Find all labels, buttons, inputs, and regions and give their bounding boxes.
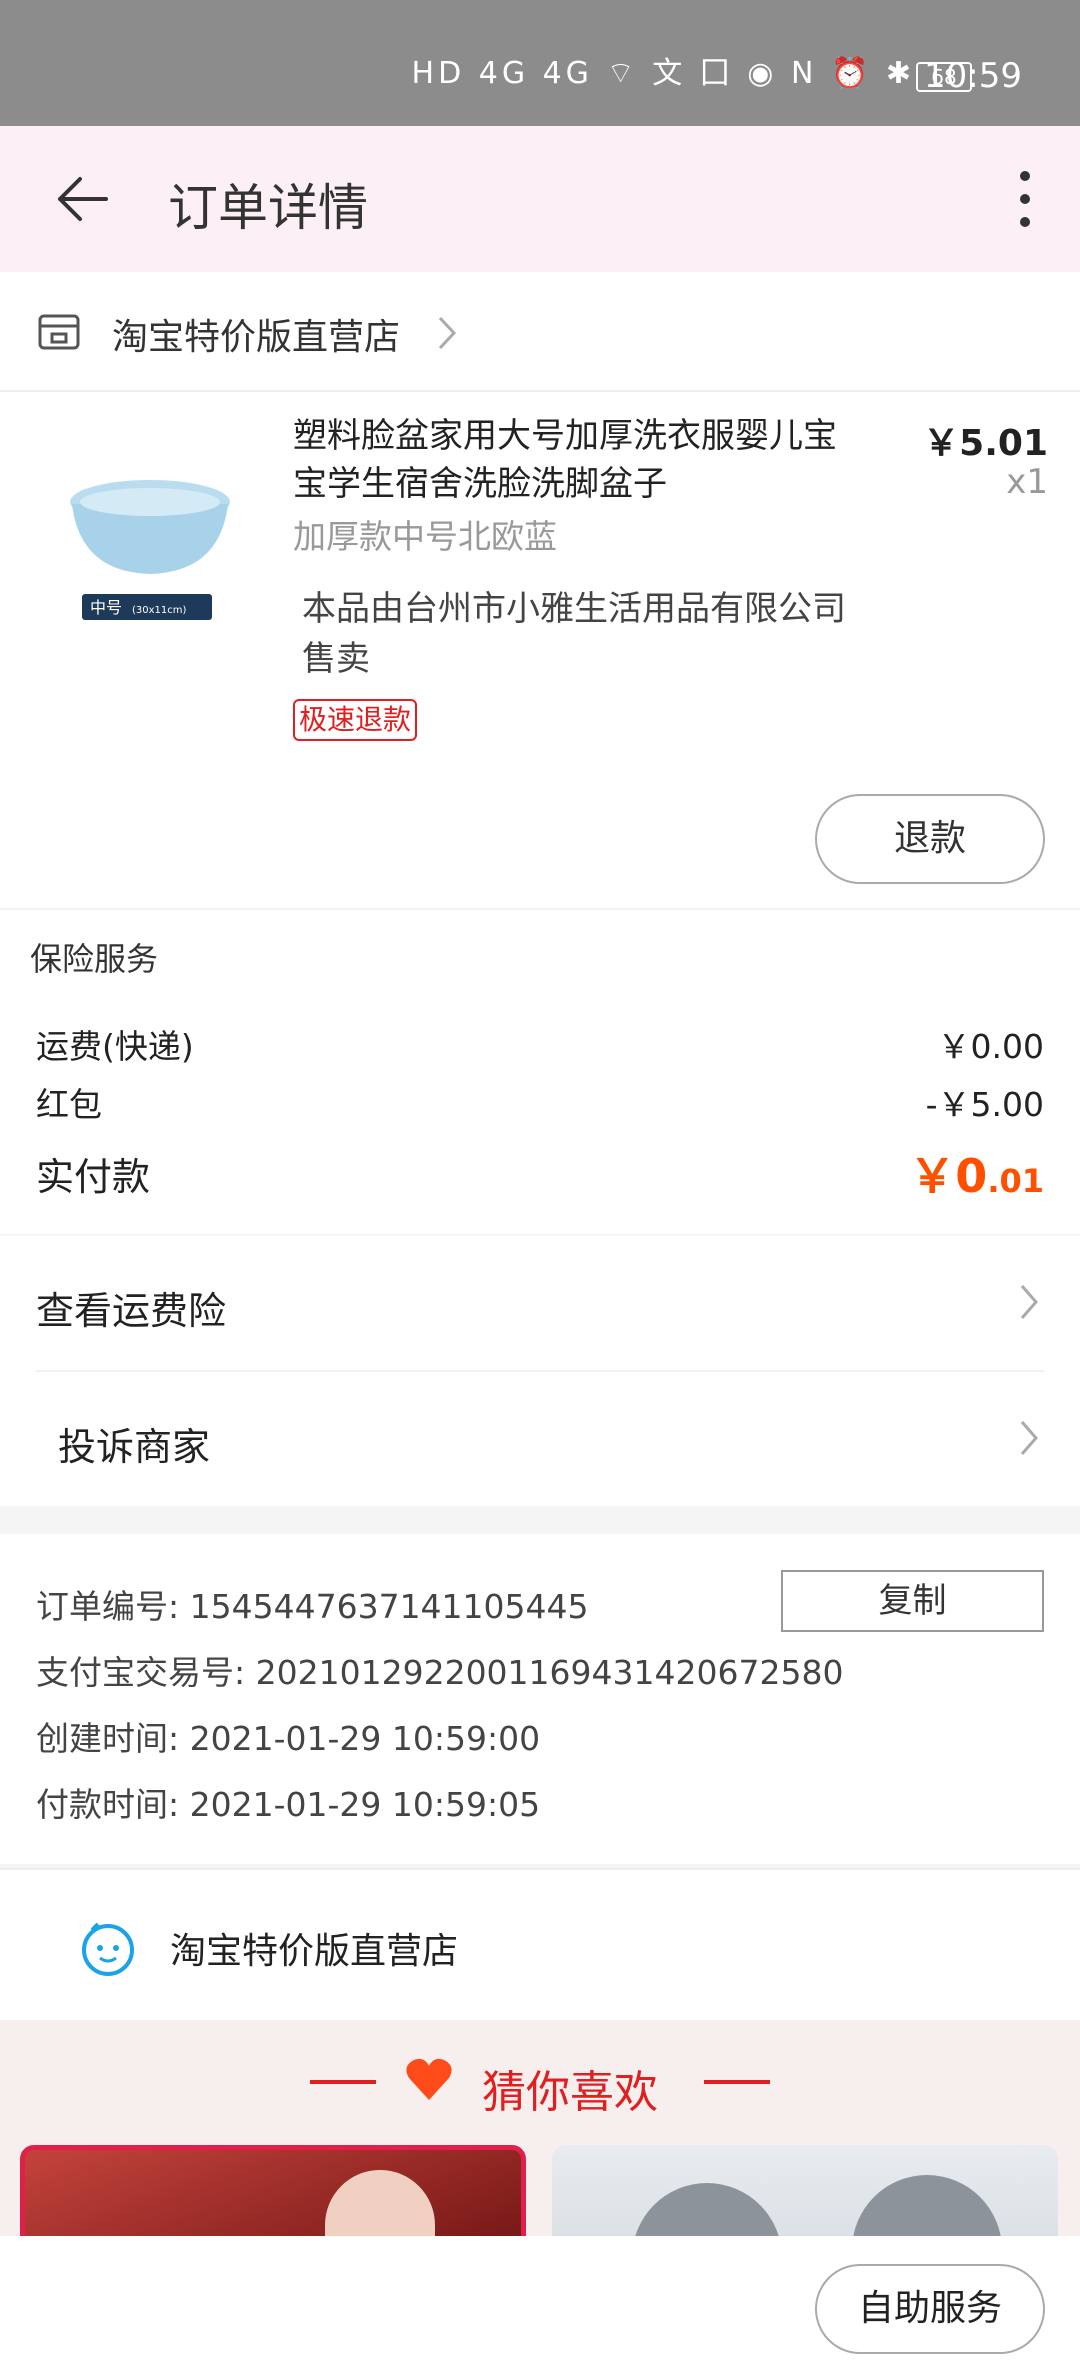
product-price: ￥5.01 (923, 423, 1048, 464)
more-menu-icon[interactable] (1010, 166, 1040, 232)
chevron-right-icon (1020, 1421, 1038, 1455)
refund-button[interactable]: 退款 (815, 794, 1045, 884)
page-title: 订单详情 (168, 179, 368, 237)
chevron-right-icon (438, 316, 457, 350)
action-links: 查看运费险 投诉商家 (0, 1236, 1080, 1506)
product-quantity: x1 (1006, 462, 1048, 502)
copy-button[interactable]: 复制 (781, 1570, 1044, 1632)
shipping-insurance-link[interactable]: 查看运费险 (0, 1236, 1080, 1370)
bottom-bar: 自助服务 (0, 2236, 1080, 2376)
redpacket-value: -￥5.00 (925, 1085, 1044, 1124)
status-icons: HD 4G 4G ⌔ 文 囗 ◉ N ⏰ ✱ (411, 56, 915, 91)
self-service-button[interactable]: 自助服务 (815, 2264, 1045, 2354)
title-line-left (310, 2080, 376, 2084)
paid-amount-major: ￥0 (909, 1149, 988, 1203)
store-row[interactable]: 淘宝特价版直营店 (0, 272, 1080, 392)
store-name: 淘宝特价版直营店 (112, 317, 401, 358)
status-time: 10:59 (924, 56, 1022, 96)
seller-note: 本品由台州市小雅生活用品有限公司售卖 (302, 589, 846, 679)
fee-summary: 保险服务 运费(快递) ￥0.00 红包 -￥5.00 实付款 ￥0.01 (0, 908, 1080, 1234)
shipping-fee-value: ￥0.00 (937, 1027, 1044, 1066)
shipping-fee-label: 运费(快递) (36, 1027, 194, 1066)
contact-shop-name: 淘宝特价版直营店 (170, 1931, 459, 1972)
recommend-title: 猜你喜欢 (482, 2067, 658, 2118)
paid-amount-value: ￥0.01 (909, 1140, 1044, 1206)
order-info: 订单编号: 1545447637141105445 复制 支付宝交易号: 202… (0, 1534, 1080, 1864)
complain-merchant-label: 投诉商家 (58, 1425, 211, 1469)
back-arrow-icon[interactable] (50, 166, 116, 232)
contact-shop-row[interactable]: 淘宝特价版直营店 (0, 1868, 1080, 2020)
fast-refund-badge: 极速退款 (293, 699, 418, 741)
created-time: 创建时间: 2021-01-29 10:59:00 (36, 1719, 541, 1758)
redpacket-label: 红包 (36, 1085, 102, 1124)
insurance-service-label[interactable]: 保险服务 (30, 934, 158, 980)
title-line-right (704, 2080, 770, 2084)
product-sku: 加厚款中号北欧蓝 (293, 517, 557, 556)
heart-icon (406, 2058, 452, 2100)
shipping-insurance-label: 查看运费险 (36, 1289, 227, 1333)
thumb-size-dims: (30x11cm) (132, 605, 187, 616)
thumb-size-label: 中号 (90, 598, 122, 617)
paid-time: 付款时间: 2021-01-29 10:59:05 (36, 1785, 541, 1824)
chevron-right-icon (1020, 1285, 1038, 1319)
paid-amount-label: 实付款 (36, 1155, 151, 1199)
product-name[interactable]: 塑料脸盆家用大号加厚洗衣服婴儿宝宝学生宿舍洗脸洗脚盆子 (293, 412, 863, 508)
page-header: 订单详情 (0, 126, 1080, 272)
chat-bot-icon (82, 1922, 134, 1976)
paid-amount-minor: .01 (987, 1162, 1044, 1200)
complain-merchant-link[interactable]: 投诉商家 (0, 1372, 1080, 1506)
status-bar: HD 4G 4G ⌔ 文 囗 ◉ N ⏰ ✱ 68 10:59 (0, 0, 1080, 126)
product-thumbnail[interactable]: 中号 (30x11cm) (60, 462, 240, 622)
store-icon (38, 314, 80, 350)
alipay-trade-number: 支付宝交易号: 2021012922001169431420672580 (36, 1653, 844, 1692)
product-card[interactable]: 中号 (30x11cm) 塑料脸盆家用大号加厚洗衣服婴儿宝宝学生宿舍洗脸洗脚盆子… (0, 392, 1080, 920)
order-number: 订单编号: 1545447637141105445 (36, 1587, 589, 1626)
